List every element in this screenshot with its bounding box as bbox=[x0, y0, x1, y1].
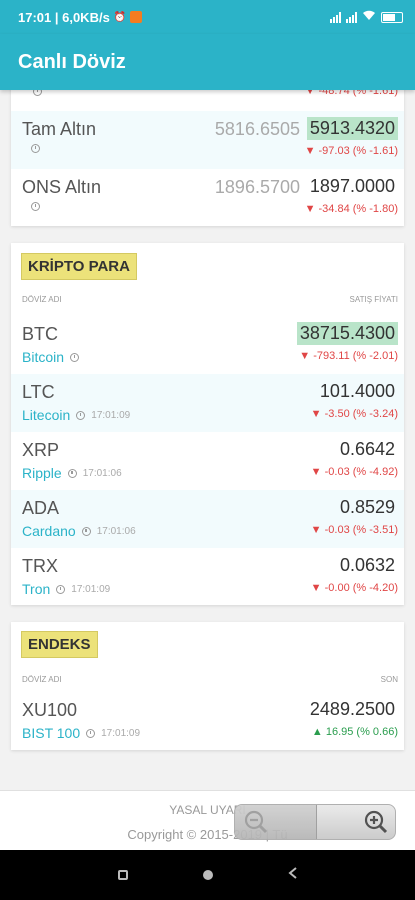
crypto-card: KRİPTO PARA DÖVİZ ADI SATIŞ FİYATI BTC B… bbox=[11, 243, 404, 605]
sell-value: 0.8529 bbox=[339, 497, 395, 517]
down-arrow-icon: ▼ bbox=[299, 350, 314, 362]
change-value: -0.00 (% -4.20) bbox=[324, 582, 398, 594]
zoom-in-button[interactable] bbox=[315, 805, 396, 839]
down-arrow-icon: ▼ bbox=[310, 408, 325, 420]
change-value: -0.03 (% -3.51) bbox=[324, 524, 398, 536]
buy-value: 1896.5700 bbox=[214, 177, 300, 197]
clock-icon bbox=[31, 144, 40, 153]
currency-name: ONS Altın bbox=[22, 177, 102, 197]
crypto-row-ada[interactable]: ADA Cardano 17:01:06 0.8529 ▼ -0.03 (% -3… bbox=[11, 490, 404, 548]
update-time: 17:01:06 bbox=[96, 525, 136, 537]
col-header-sell: SATIŞ FİYATI bbox=[349, 295, 398, 304]
sell-value: 5913.4320 bbox=[306, 117, 398, 140]
currency-code: BTC bbox=[22, 324, 58, 344]
crypto-row-ltc[interactable]: LTC Litecoin 17:01:09 101.4000 ▼ -3.50 (%… bbox=[11, 374, 404, 432]
zoom-out-icon bbox=[244, 810, 268, 834]
clock-icon bbox=[31, 202, 40, 211]
update-time: 17:01:09 bbox=[101, 727, 141, 739]
down-arrow-icon: ▼ bbox=[304, 145, 319, 157]
gold-row-tam-altin[interactable]: Tam Altın 5816.6505 5913.4320 ▼ -97.03 (… bbox=[11, 111, 404, 169]
app-title: Canlı Döviz bbox=[18, 50, 126, 73]
sell-value: 0.0632 bbox=[339, 555, 395, 575]
clock-icon bbox=[56, 584, 66, 594]
status-bar: 17:01 | 6,0KB/s ⏰ bbox=[0, 0, 415, 34]
up-arrow-icon: ▲ bbox=[311, 726, 326, 738]
currency-code: XU100 bbox=[22, 700, 78, 720]
sell-value: 1897.0000 bbox=[309, 176, 395, 196]
currency-name: Bitcoin bbox=[22, 349, 65, 365]
sell-value: 0.6642 bbox=[339, 439, 395, 459]
signal-icon bbox=[330, 11, 341, 23]
down-arrow-icon: ▼ bbox=[310, 466, 325, 478]
recents-button[interactable] bbox=[117, 870, 128, 880]
down-arrow-icon: ▼ bbox=[304, 203, 319, 215]
gold-row-ons-altin[interactable]: ONS Altın 1896.5700 1897.0000 ▼ -34.84 (… bbox=[11, 169, 404, 227]
currency-code: TRX bbox=[22, 556, 58, 576]
index-row-xu100[interactable]: XU100 BIST 100 17:01:09 2489.2500 ▲ 16.95… bbox=[11, 692, 404, 750]
crypto-row-trx[interactable]: TRX Tron 17:01:09 0.0632 ▼ -0.00 (% -4.20… bbox=[11, 548, 404, 606]
update-time: 17:01:09 bbox=[91, 409, 131, 421]
sell-value: 101.4000 bbox=[319, 381, 395, 401]
alarm-icon: ⏰ bbox=[113, 11, 127, 23]
zoom-in-icon bbox=[364, 810, 388, 834]
col-header-last: SON bbox=[380, 675, 398, 684]
change-value: -34.84 (% -1.80) bbox=[318, 203, 398, 215]
clock-icon bbox=[81, 526, 91, 536]
change-value: -97.03 (% -1.61) bbox=[318, 145, 398, 157]
currency-name: Litecoin bbox=[22, 407, 71, 423]
status-time: 17:01 | 6,0KB/s bbox=[18, 9, 110, 25]
clock-icon bbox=[86, 728, 96, 738]
notification-app-icon bbox=[130, 11, 143, 23]
clock-icon bbox=[76, 410, 86, 420]
zoom-out-button[interactable] bbox=[235, 805, 316, 839]
currency-name: Tam Altın bbox=[22, 119, 97, 139]
currency-code: LTC bbox=[22, 382, 55, 402]
change-value: -3.50 (% -3.24) bbox=[324, 408, 398, 420]
system-nav-bar bbox=[0, 850, 415, 900]
col-header-name: DÖVİZ ADI bbox=[22, 675, 62, 684]
zoom-controls bbox=[234, 804, 396, 840]
change-value: 16.95 (% 0.66) bbox=[325, 726, 398, 738]
crypto-row-xrp[interactable]: XRP Ripple 17:01:06 0.6642 ▼ -0.03 (% -4.… bbox=[11, 432, 404, 490]
signal-4g-icon bbox=[346, 11, 357, 23]
down-arrow-icon: ▼ bbox=[310, 524, 325, 536]
battery-icon bbox=[381, 11, 403, 23]
currency-name: Tron bbox=[22, 581, 51, 597]
last-value: 2489.2500 bbox=[309, 699, 395, 719]
back-button[interactable] bbox=[287, 866, 298, 884]
currency-name: Ripple bbox=[22, 465, 62, 481]
crypto-row-btc[interactable]: BTC Bitcoin 38715.4300 ▼ -793.11 (% -2.0… bbox=[11, 316, 404, 374]
currency-code: ADA bbox=[22, 498, 60, 518]
update-time: 17:01:09 bbox=[71, 583, 111, 595]
clock-icon bbox=[67, 468, 77, 478]
change-value: -0.03 (% -4.92) bbox=[324, 466, 398, 478]
currency-name: Cardano bbox=[22, 523, 76, 539]
index-card: ENDEKS DÖVİZ ADI SON XU100 BIST 100 17:01… bbox=[11, 622, 404, 750]
home-button[interactable] bbox=[202, 870, 213, 880]
currency-code: XRP bbox=[22, 440, 60, 460]
change-value: -793.11 (% -2.01) bbox=[313, 350, 398, 362]
section-title-index: ENDEKS bbox=[21, 631, 98, 658]
clock-icon bbox=[70, 352, 80, 362]
back-icon bbox=[287, 867, 297, 879]
sell-value: 38715.4300 bbox=[296, 322, 398, 345]
update-time: 17:01:06 bbox=[82, 467, 122, 479]
wifi-icon bbox=[362, 10, 376, 24]
app-bar: Canlı Döviz bbox=[0, 34, 415, 90]
section-title-crypto: KRİPTO PARA bbox=[21, 253, 137, 280]
col-header-name: DÖVİZ ADI bbox=[22, 295, 62, 304]
down-arrow-icon: ▼ bbox=[310, 582, 325, 594]
currency-name: BIST 100 bbox=[22, 725, 81, 741]
buy-value: 5816.6505 bbox=[214, 119, 300, 139]
